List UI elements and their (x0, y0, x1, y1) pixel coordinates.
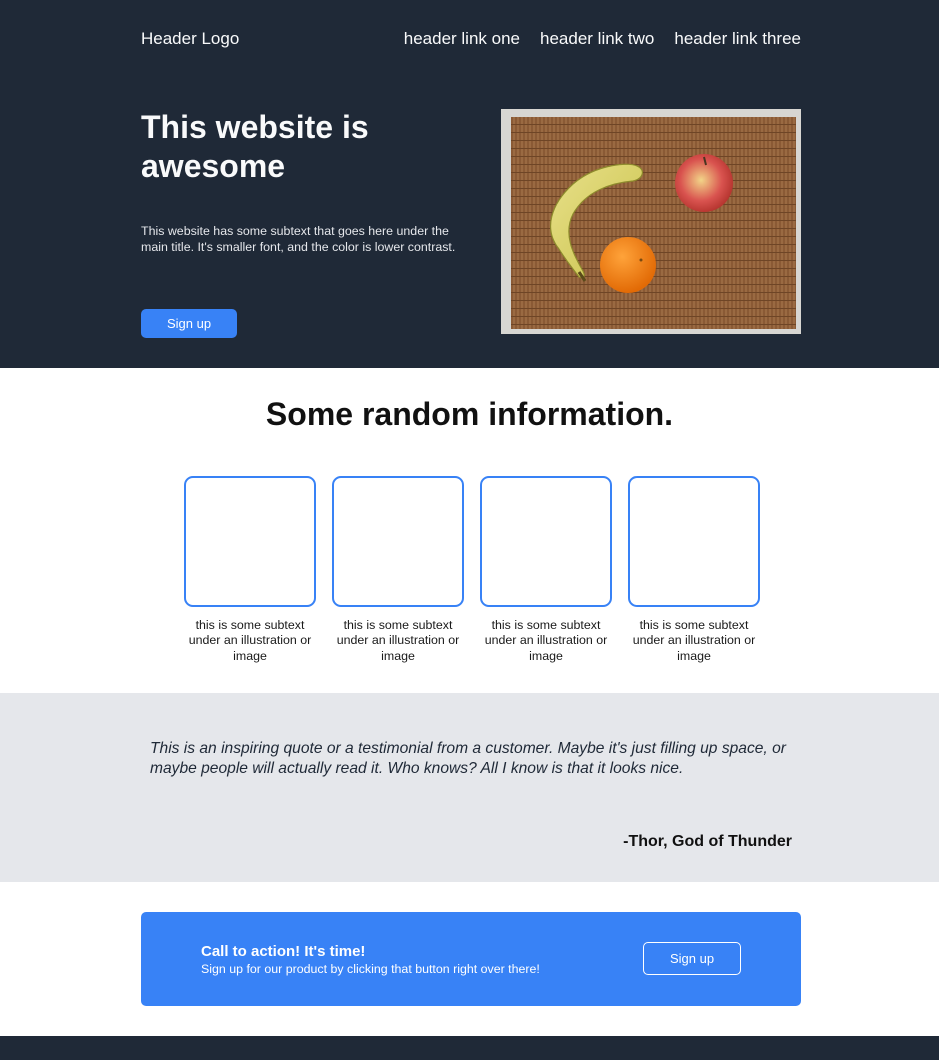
testimonial-quote: This is an inspiring quote or a testimon… (150, 740, 786, 777)
info-card: this is some subtext under an illustrati… (184, 476, 316, 664)
cta-signup-button[interactable]: Sign up (643, 942, 741, 975)
card-illustration (480, 476, 612, 607)
call-to-action: Call to action! It's time! Sign up for o… (141, 912, 801, 1006)
footer (0, 1036, 939, 1060)
card-subtext: this is some subtext under an illustrati… (484, 618, 608, 663)
info-title: Some random information. (265, 396, 674, 432)
hero-signup-button[interactable]: Sign up (141, 309, 237, 338)
card-subtext: this is some subtext under an illustrati… (188, 618, 312, 663)
hero-subtext: This website has some subtext that goes … (141, 224, 456, 254)
info-card: this is some subtext under an illustrati… (480, 476, 612, 664)
cta-title: Call to action! It's time! (201, 943, 366, 960)
header-nav: header link one header link two header l… (404, 29, 801, 49)
header-link-three[interactable]: header link three (674, 29, 801, 49)
cta-subtext: Sign up for our product by clicking that… (201, 962, 540, 976)
card-subtext: this is some subtext under an illustrati… (632, 618, 756, 663)
quote-author: -Thor, God of Thunder (623, 833, 792, 850)
card-illustration (332, 476, 464, 607)
hero-fruit-image (501, 109, 801, 334)
hero-title: This website is awesome (141, 109, 369, 184)
fruit-photo-icon (501, 109, 801, 334)
hero-section: Header Logo header link one header link … (0, 0, 939, 368)
info-cards: this is some subtext under an illustrati… (184, 476, 760, 664)
quote-section: This is an inspiring quote or a testimon… (0, 693, 939, 882)
header-logo[interactable]: Header Logo (141, 29, 239, 49)
card-illustration (628, 476, 760, 607)
card-illustration (184, 476, 316, 607)
header-link-two[interactable]: header link two (540, 29, 654, 49)
info-card: this is some subtext under an illustrati… (332, 476, 464, 664)
info-card: this is some subtext under an illustrati… (628, 476, 760, 664)
card-subtext: this is some subtext under an illustrati… (336, 618, 460, 663)
header-link-one[interactable]: header link one (404, 29, 520, 49)
